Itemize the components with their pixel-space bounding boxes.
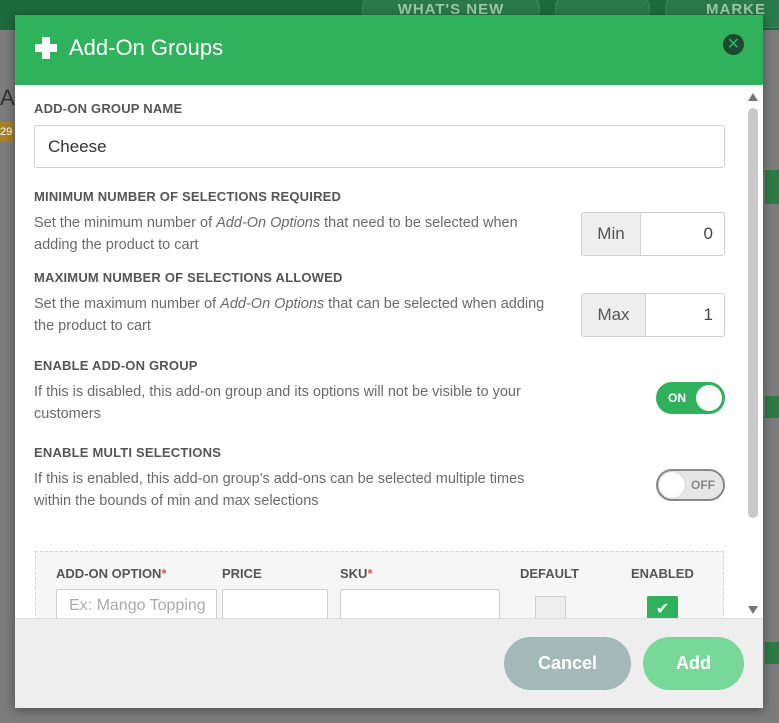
toggle-knob (659, 472, 685, 498)
min-value-input[interactable]: 0 (641, 213, 724, 255)
scroll-up-arrow-icon[interactable] (748, 93, 758, 101)
multi-selections-toggle[interactable]: OFF (656, 469, 725, 501)
add-on-options-table: ADD-ON OPTION* PRICE SKU* DEFAULT ENABLE… (35, 551, 724, 618)
enable-group-label: ENABLE ADD-ON GROUP (34, 358, 198, 373)
scrollbar[interactable] (747, 93, 759, 614)
add-on-groups-modal: Add-On Groups ✕ ADD-ON GROUP NAME Cheese… (15, 15, 763, 708)
toggle-on-label: ON (668, 391, 686, 405)
bg-tag: 29 (0, 122, 14, 142)
min-selections-field[interactable]: Min 0 (581, 212, 725, 256)
col-header-sku: SKU* (340, 566, 373, 581)
cancel-button[interactable]: Cancel (504, 637, 631, 690)
min-addon: Min (582, 213, 641, 255)
enabled-checkbox[interactable]: ✔ (647, 596, 678, 618)
max-selections-field[interactable]: Max 1 (581, 293, 725, 337)
enable-group-description: If this is disabled, this add-on group a… (34, 384, 521, 422)
bg-green-block (765, 170, 779, 204)
min-selections-description: Set the minimum number of Add-On Options… (34, 215, 518, 253)
max-selections-label: MAXIMUM NUMBER OF SELECTIONS ALLOWED (34, 270, 343, 285)
toggle-knob (696, 385, 722, 411)
modal-title: Add-On Groups (69, 35, 224, 60)
col-header-default: DEFAULT (520, 566, 579, 581)
app-bottom-strip (0, 708, 779, 723)
scroll-thumb[interactable] (748, 108, 758, 518)
col-header-price: PRICE (222, 566, 262, 581)
bg-fragment: A (0, 85, 15, 110)
sku-input[interactable] (340, 589, 500, 618)
enable-group-toggle[interactable]: ON (656, 382, 725, 414)
col-header-option: ADD-ON OPTION* (56, 566, 167, 581)
app-right-strip (763, 30, 779, 723)
modal-header: Add-On Groups ✕ (15, 15, 763, 85)
toggle-off-label: OFF (691, 478, 715, 492)
add-button[interactable]: Add (643, 637, 744, 690)
checkmark-icon: ✔ (655, 601, 670, 618)
col-header-enabled: ENABLED (631, 566, 694, 581)
price-input[interactable] (222, 589, 328, 618)
min-selections-label: MINIMUM NUMBER OF SELECTIONS REQUIRED (34, 189, 342, 204)
modal-footer: Cancel Add (15, 618, 763, 708)
group-name-label: ADD-ON GROUP NAME (34, 101, 183, 116)
max-selections-description: Set the maximum number of Add-On Options… (34, 296, 545, 334)
bg-green-block (765, 396, 779, 418)
max-addon: Max (582, 294, 646, 336)
multi-selections-label: ENABLE MULTI SELECTIONS (34, 445, 222, 460)
scroll-down-arrow-icon[interactable] (748, 606, 758, 614)
close-icon[interactable]: ✕ (723, 34, 744, 55)
app-left-strip: A 29 (0, 30, 15, 723)
bg-green-block (765, 642, 779, 664)
group-name-input[interactable]: Cheese (34, 125, 725, 168)
modal-body[interactable]: ADD-ON GROUP NAME Cheese MINIMUM NUMBER … (15, 85, 763, 618)
multi-selections-description: If this is enabled, this add-on group's … (34, 471, 525, 509)
max-value-input[interactable]: 1 (646, 294, 724, 336)
add-on-option-input[interactable]: Ex: Mango Topping (56, 589, 217, 618)
default-checkbox[interactable] (535, 596, 566, 618)
plus-icon (35, 37, 57, 59)
